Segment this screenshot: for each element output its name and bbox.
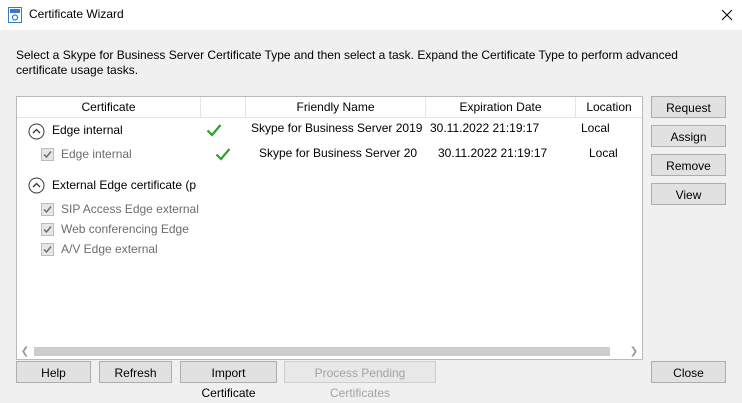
instructions-text: Select a Skype for Business Server Certi… [16, 48, 678, 77]
certificate-grid[interactable]: Certificate Friendly Name Expiration Dat… [16, 96, 643, 360]
help-button[interactable]: Help [16, 361, 91, 383]
column-header-friendly-name[interactable]: Friendly Name [246, 97, 426, 117]
collapse-circle-icon[interactable] [28, 123, 45, 140]
column-header-status[interactable] [201, 97, 246, 117]
group-name-edge-internal[interactable]: Edge internal [52, 123, 123, 138]
green-checkmark-icon [206, 124, 222, 137]
scroll-left-arrow-icon[interactable]: ❮ [17, 343, 33, 359]
close-window-button[interactable] [712, 2, 742, 28]
scrollbar-thumb[interactable] [34, 347, 610, 356]
collapse-circle-icon[interactable] [28, 177, 45, 194]
close-icon [721, 9, 733, 21]
checked-checkbox-icon[interactable] [41, 223, 54, 236]
title-bar: Certificate Wizard [0, 0, 742, 30]
item-name-edge-internal: Edge internal [61, 147, 132, 161]
green-checkmark-icon [215, 148, 231, 161]
request-button[interactable]: Request [651, 96, 726, 118]
column-header-expiration-date[interactable]: Expiration Date [426, 97, 576, 117]
item-expiration-date: 30.11.2022 21:19:17 [438, 146, 548, 160]
item-friendly-name: Skype for Business Server 20 [259, 146, 418, 160]
import-certificate-button[interactable]: Import Certificate [180, 361, 277, 400]
item-location: Local [589, 146, 618, 160]
header-divider [17, 117, 642, 118]
view-button[interactable]: View [651, 183, 726, 205]
refresh-button[interactable]: Refresh [99, 361, 172, 383]
group-name-external-edge[interactable]: External Edge certificate (p [52, 178, 196, 193]
column-header-certificate[interactable]: Certificate [17, 97, 201, 117]
column-header-location[interactable]: Location [576, 97, 642, 117]
process-pending-certificates-button[interactable]: Process Pending Certificates [284, 361, 436, 400]
remove-button[interactable]: Remove [651, 154, 726, 176]
item-name-sip-access-edge: SIP Access Edge external [61, 202, 199, 216]
scroll-right-arrow-icon[interactable]: ❯ [626, 343, 642, 359]
item-name-web-conferencing-edge: Web conferencing Edge [61, 222, 189, 236]
item-name-av-edge-external: A/V Edge external [61, 242, 158, 256]
certificate-icon [8, 7, 22, 23]
close-button[interactable]: Close [651, 361, 726, 383]
assign-button[interactable]: Assign [651, 125, 726, 147]
checked-checkbox-icon[interactable] [41, 243, 54, 256]
window-title: Certificate Wizard [29, 7, 124, 21]
checked-checkbox-icon[interactable] [41, 203, 54, 216]
horizontal-scrollbar[interactable]: ❮ ❯ [17, 343, 642, 359]
checked-checkbox-icon[interactable] [41, 148, 54, 161]
group-expiration-date: 30.11.2022 21:19:17 [430, 121, 540, 135]
group-friendly-name: Skype for Business Server 2019 [251, 121, 423, 135]
group-location: Local [581, 121, 610, 135]
